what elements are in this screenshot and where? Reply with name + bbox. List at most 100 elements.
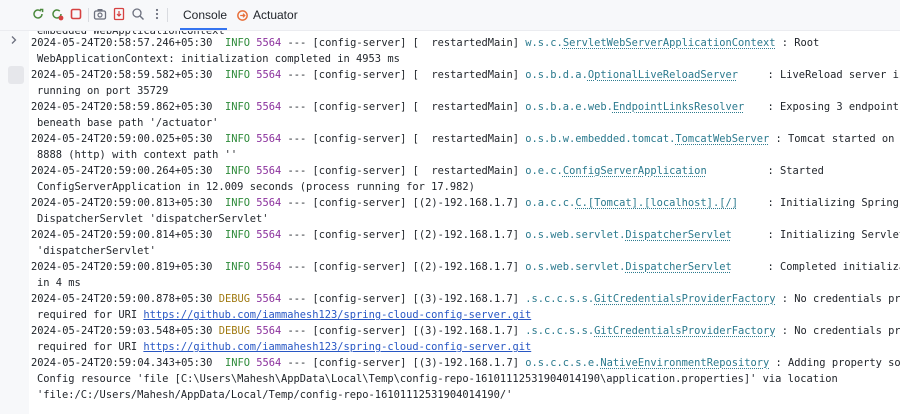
memory-indicator-icon[interactable]: [131, 7, 145, 21]
log-line: 2024-05-24T20:58:59.862+05:30 INFO 5564 …: [31, 99, 900, 115]
log-logger-prefix: .s.c.c.s.s.: [525, 325, 595, 337]
log-pid: 5564: [256, 165, 282, 177]
log-level: INFO: [224, 229, 250, 241]
log-logger[interactable]: o.s.b.w.embedded.tomcat.TomcatWebServer: [525, 131, 769, 147]
log-thread: --- [config-server] [ restartedMain]: [287, 101, 519, 113]
repo-url-link[interactable]: https://github.com/iammahesh123/spring-c…: [143, 341, 531, 353]
log-logger-prefix: o.s.web.servlet.: [525, 261, 626, 273]
log-thread: --- [config-server] [(3)-192.168.1.7]: [287, 357, 519, 369]
log-timestamp: 2024-05-24T20:58:57.246+05:30: [31, 37, 213, 49]
log-logger-name: EndpointLinksResolver: [612, 101, 745, 113]
log-timestamp: 2024-05-24T20:58:59.862+05:30: [31, 101, 213, 113]
log-logger-name: DispatcherServlet: [625, 229, 732, 241]
console-output[interactable]: embedded WebApplicationContext 2024-05-24…: [29, 31, 900, 414]
log-line: 2024-05-24T20:59:00.878+05:30 DEBUG 5564…: [31, 291, 900, 307]
log-line: 2024-05-24T20:59:00.025+05:30 INFO 5564 …: [31, 131, 900, 147]
log-pid: 5564: [256, 101, 282, 113]
import-export-icon[interactable]: [112, 7, 126, 21]
log-line: 'file:/C:/Users/Mahesh/AppData/Local/Tem…: [37, 387, 512, 403]
log-logger[interactable]: o.e.c.ConfigServerApplication: [525, 163, 761, 179]
log-pid: 5564: [256, 69, 282, 81]
log-logger[interactable]: o.s.b.d.a.OptionalLiveReloadServer: [525, 67, 761, 83]
log-timestamp: 2024-05-24T20:58:59.582+05:30: [31, 69, 213, 81]
log-logger-prefix: o.e.c.: [525, 165, 563, 177]
log-line: 2024-05-24T20:59:03.548+05:30 DEBUG 5564…: [31, 323, 900, 339]
log-logger[interactable]: o.s.web.servlet.DispatcherServlet: [525, 227, 761, 243]
stop-icon[interactable]: [69, 7, 83, 21]
log-pid: 5564: [256, 261, 282, 273]
log-line: 8888 (http) with context path '': [37, 147, 237, 163]
log-logger-prefix: o.s.c.c.s.e.: [525, 357, 601, 369]
log-logger[interactable]: w.s.c.ServletWebServerApplicationContext: [525, 35, 775, 51]
log-continuation: in 4 ms: [37, 277, 81, 289]
log-level: INFO: [224, 133, 250, 145]
log-timestamp: 2024-05-24T20:59:00.814+05:30: [31, 229, 213, 241]
log-logger-prefix: o.s.b.w.embedded.tomcat.: [525, 133, 676, 145]
log-thread: --- [config-server] [ restartedMain]: [287, 133, 519, 145]
log-line: 2024-05-24T20:59:00.813+05:30 INFO 5564 …: [31, 195, 899, 211]
log-line: beneath base path '/actuator': [37, 115, 218, 131]
log-level: INFO: [224, 261, 250, 273]
log-pid: 5564: [256, 293, 282, 305]
tab-console-label: Console: [183, 8, 228, 22]
log-level: INFO: [224, 101, 250, 113]
log-continuation: WebApplicationContext: initialization co…: [37, 53, 400, 65]
tab-actuator-label: Actuator: [253, 8, 298, 22]
rerun-failed-icon[interactable]: [50, 7, 64, 21]
more-vertical-icon[interactable]: [150, 7, 164, 21]
log-message: : Initializing Spring: [767, 197, 899, 209]
log-logger-name: GitCredentialsProviderFactory: [594, 293, 776, 305]
log-logger-prefix: o.a.c.c.: [525, 197, 576, 209]
log-line: 2024-05-24T20:59:04.343+05:30 INFO 5564 …: [31, 355, 900, 371]
log-logger[interactable]: o.s.b.a.e.web.EndpointLinksResolver: [525, 99, 761, 115]
log-pid: 5564: [256, 229, 282, 241]
log-logger-name: C.[Tomcat].[localhost].[/]: [575, 197, 738, 209]
log-pid: 5564: [256, 197, 282, 209]
log-line: 2024-05-24T20:58:59.582+05:30 INFO 5564 …: [31, 67, 900, 83]
gutter-marker[interactable]: [8, 66, 24, 84]
log-logger-prefix: .s.c.c.s.s.: [525, 293, 595, 305]
log-thread: --- [config-server] [(2)-192.168.1.7]: [287, 261, 519, 273]
log-line: WebApplicationContext: initialization co…: [37, 51, 400, 67]
log-line: required for URI https://github.com/iamm…: [37, 307, 531, 323]
log-logger-name: GitCredentialsProviderFactory: [594, 325, 776, 337]
log-timestamp: 2024-05-24T20:59:00.025+05:30: [31, 133, 213, 145]
tab-actuator[interactable]: Actuator: [236, 0, 298, 30]
log-continuation: ConfigServerApplication in 12.009 second…: [37, 181, 475, 193]
repo-url-link[interactable]: https://github.com/iammahesh123/spring-c…: [143, 309, 531, 321]
log-timestamp: 2024-05-24T20:59:00.819+05:30: [31, 261, 213, 273]
log-line: Config resource 'file [C:\Users\Mahesh\A…: [37, 371, 838, 387]
log-message: : Adding property source:: [775, 357, 900, 369]
tab-console[interactable]: Console: [180, 0, 227, 30]
camera-icon[interactable]: [93, 7, 107, 21]
log-message: : Exposing 3 endpoint(s): [767, 101, 900, 113]
console-toolbar: Console Actuator: [0, 0, 900, 31]
log-logger[interactable]: .s.c.c.s.s.GitCredentialsProviderFactory: [525, 291, 775, 307]
log-thread: --- [config-server] [ restartedMain]: [287, 37, 519, 49]
log-logger[interactable]: o.s.web.servlet.DispatcherServlet: [525, 259, 761, 275]
log-logger[interactable]: o.a.c.c.C.[Tomcat].[localhost].[/]: [525, 195, 761, 211]
log-line: ConfigServerApplication in 12.009 second…: [37, 179, 475, 195]
log-level: INFO: [224, 197, 250, 209]
log-pid: 5564: [256, 133, 282, 145]
log-timestamp: 2024-05-24T20:59:03.548+05:30: [31, 325, 213, 337]
log-logger[interactable]: .s.c.c.s.s.GitCredentialsProviderFactory: [525, 323, 775, 339]
log-pid: 5564: [256, 37, 282, 49]
log-thread: --- [config-server] [(3)-192.168.1.7]: [287, 293, 519, 305]
log-continuation: beneath base path '/actuator': [37, 117, 219, 129]
log-logger-name: TomcatWebServer: [675, 133, 770, 145]
log-continuation: Config resource 'file [C:\Users\Mahesh\A…: [37, 373, 838, 385]
log-message: : Root: [781, 37, 820, 49]
rerun-icon[interactable]: [31, 7, 45, 21]
log-level: DEBUG: [218, 293, 250, 305]
log-line: running on port 35729: [37, 83, 168, 99]
log-logger-name: ServletWebServerApplicationContext: [562, 37, 776, 49]
log-timestamp: 2024-05-24T20:59:00.878+05:30: [31, 293, 213, 305]
log-line: 2024-05-24T20:59:00.819+05:30 INFO 5564 …: [31, 259, 900, 275]
log-pid: 5564: [256, 325, 282, 337]
log-logger[interactable]: o.s.c.c.s.e.NativeEnvironmentRepository: [525, 355, 769, 371]
log-timestamp: 2024-05-24T20:59:00.813+05:30: [31, 197, 213, 209]
log-logger-name: OptionalLiveReloadServer: [587, 69, 738, 81]
chevron-right-icon[interactable]: [8, 34, 20, 46]
actuator-icon: [237, 9, 248, 21]
